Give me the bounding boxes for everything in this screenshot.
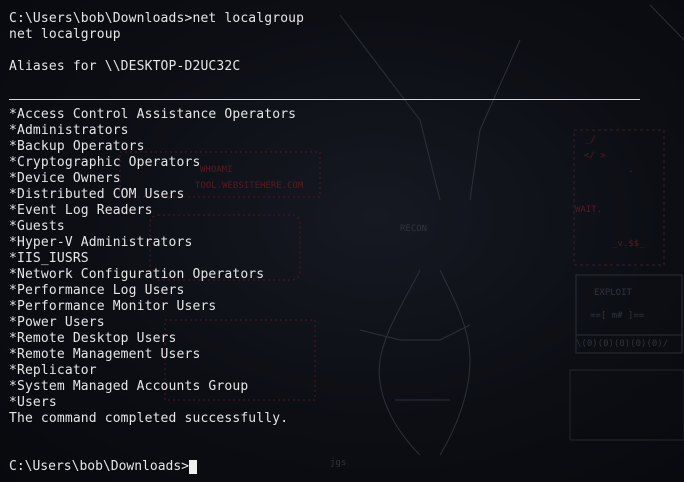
group-item: *Remote Management Users (9, 347, 201, 362)
group-item: *Cryptographic Operators (9, 155, 201, 170)
terminal-window[interactable]: _/ </ > . WAIT. _v.$$_ WHOAMI TOOL.WEBSI… (0, 0, 684, 482)
group-item: *Distributed COM Users (9, 187, 185, 202)
group-item: *IIS_IUSRS (9, 251, 89, 266)
group-item: *Performance Monitor Users (9, 299, 217, 314)
group-item: *System Managed Accounts Group (9, 379, 249, 394)
prompt-text: C:\Users\bob\Downloads> (9, 459, 190, 474)
group-item: *Event Log Readers (9, 203, 153, 218)
group-item: *Network Configuration Operators (9, 267, 265, 282)
group-item: *Power Users (9, 315, 105, 330)
completion-message: The command completed successfully. (9, 411, 289, 426)
group-item: *Performance Log Users (9, 283, 185, 298)
group-item: *Replicator (9, 363, 97, 378)
group-item: *Access Control Assistance Operators (9, 107, 297, 122)
command-prompt[interactable]: C:\Users\bob\Downloads> (9, 459, 684, 475)
group-item: *Administrators (9, 123, 129, 138)
aliases-header: Aliases for \\DESKTOP-D2UC32C (9, 59, 241, 74)
group-item: *Device Owners (9, 171, 121, 186)
text-cursor[interactable] (189, 460, 198, 474)
console-output: C:\Users\bob\Downloads>net localgroup ne… (9, 11, 684, 475)
group-item: *Hyper-V Administrators (9, 235, 193, 250)
group-item: *Backup Operators (9, 139, 145, 154)
group-item: *Guests (9, 219, 65, 234)
group-item: *Remote Desktop Users (9, 331, 177, 346)
prompt-with-command: C:\Users\bob\Downloads>net localgroup (9, 11, 305, 26)
group-item: *Users (9, 395, 57, 410)
command-echo: net localgroup (9, 27, 121, 42)
separator-rule (9, 91, 684, 107)
